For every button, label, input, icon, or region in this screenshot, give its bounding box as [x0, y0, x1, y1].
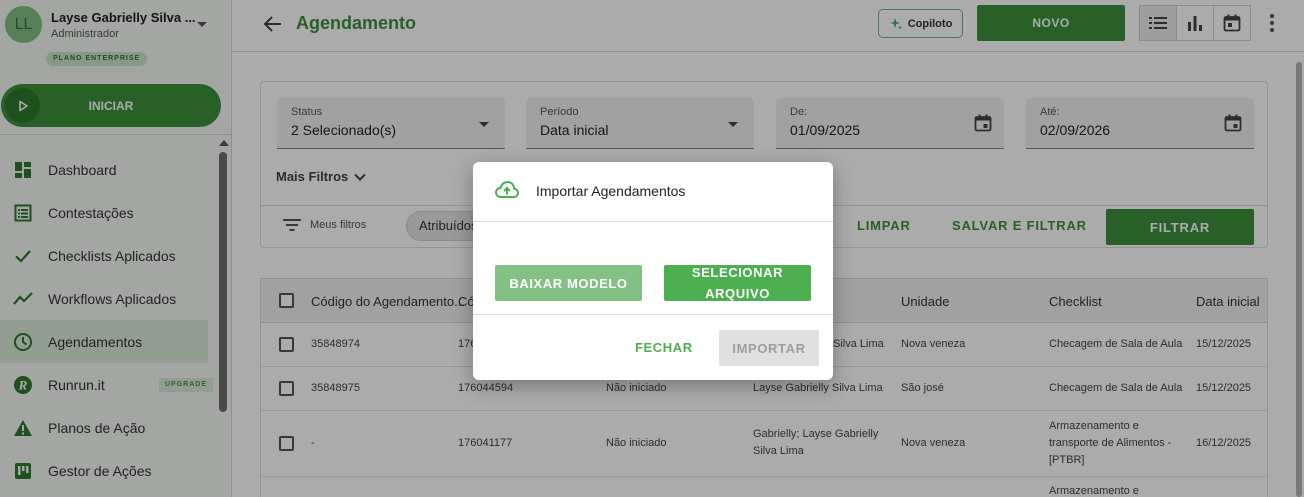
cloud-upload-icon [494, 180, 520, 200]
import-button: IMPORTAR [719, 330, 819, 366]
close-button[interactable]: FECHAR [635, 340, 693, 355]
import-dialog: Importar Agendamentos BAIXAR MODELO SELE… [473, 162, 833, 380]
divider [473, 221, 833, 222]
page-scrollbar[interactable] [1296, 62, 1302, 497]
download-model-button[interactable]: BAIXAR MODELO [495, 265, 642, 301]
divider [473, 314, 833, 315]
dialog-title: Importar Agendamentos [536, 183, 686, 199]
select-file-button[interactable]: SELECIONAR ARQUIVO [664, 265, 811, 301]
